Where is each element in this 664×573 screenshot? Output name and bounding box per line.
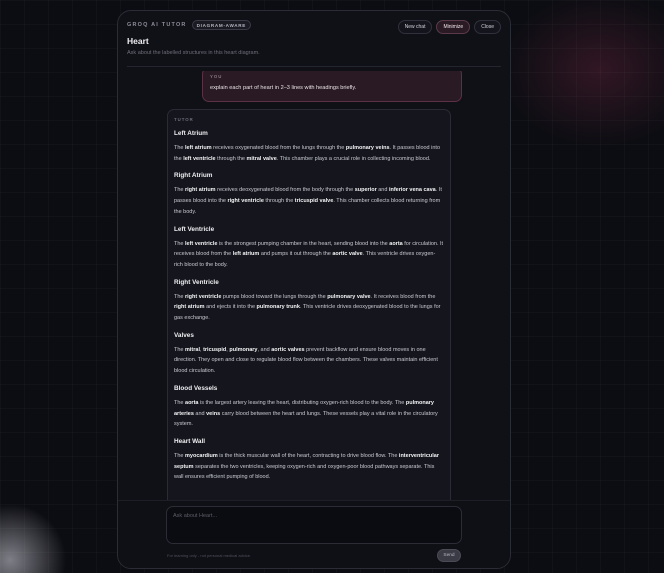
tutor-message: TUTOR Left Atrium The left atrium receive… (167, 109, 451, 500)
section-heading: Left Ventricle (174, 225, 215, 233)
send-button[interactable]: Send (437, 549, 461, 562)
section-heading: Heart Wall (174, 437, 206, 445)
text-run: The (174, 346, 186, 353)
text-run: is the thick muscular wall of the heart,… (217, 452, 399, 459)
brand-label: GROQ AI TUTOR (127, 22, 187, 28)
user-message-text: explain each part of heart in 2–3 lines … (210, 85, 357, 91)
panel-header: GROQ AI TUTOR DIAGRAM-AWARE Heart Ask ab… (127, 19, 501, 67)
text-run: is the largest artery leaving the heart,… (198, 399, 406, 406)
minimize-button[interactable]: Minimize (436, 20, 471, 34)
section-text: The mitral, tricuspid, pulmonary, and ao… (174, 345, 444, 377)
text-run: through the (263, 198, 295, 205)
text-run: The (174, 145, 186, 151)
section-heading: Valves (174, 331, 194, 339)
bold-term: left atrium (185, 145, 212, 151)
bold-term: tricuspid (203, 346, 227, 353)
text-run: , and (257, 346, 272, 353)
section-heading: Blood Vessels (174, 384, 218, 392)
bold-term: left atrium (232, 251, 260, 258)
text-run: . This chamber plays a crucial role in c… (276, 155, 431, 162)
page-subtitle: Ask about the labelled structures in thi… (127, 50, 260, 56)
user-message: YOU explain each part of heart in 2–3 li… (202, 71, 462, 102)
mode-badge: DIAGRAM-AWARE (191, 20, 252, 30)
bold-term: superior (354, 187, 377, 194)
section-text: The aorta is the largest artery leaving … (174, 398, 444, 430)
close-button[interactable]: Close (474, 20, 501, 34)
bold-term: left ventricle (185, 240, 218, 247)
section-text: The left atrium receives oxygenated bloo… (174, 143, 444, 164)
page-title: Heart (127, 36, 149, 46)
bold-term: veins (206, 410, 221, 417)
text-run: The (174, 293, 186, 300)
bold-term: right ventricle (185, 293, 222, 300)
text-run: and (376, 187, 389, 194)
bold-term: right atrium (174, 304, 205, 311)
bold-term: right ventricle (227, 198, 264, 205)
text-run: . It receives blood from the (370, 293, 436, 300)
tutor-section: Heart Wall The myocardium is the thick mu… (174, 438, 444, 483)
bold-term: myocardium (185, 452, 218, 459)
tutor-section: Valves The mitral, tricuspid, pulmonary, … (174, 332, 444, 377)
text-run: The (174, 187, 186, 194)
tutor-section: Right Ventricle The right ventricle pumps… (174, 279, 444, 324)
bold-term: pulmonary (229, 346, 258, 353)
text-run: and ejects it into the (204, 304, 257, 311)
message-input-box (166, 506, 462, 544)
tutor-section: Left Atrium The left atrium receives oxyg… (174, 130, 444, 164)
disclaimer-footnote: For learning only - not personal medical… (167, 553, 252, 558)
bold-term: aortic valve (332, 251, 363, 258)
tutor-panel: GROQ AI TUTOR DIAGRAM-AWARE Heart Ask ab… (117, 10, 511, 569)
text-run: and (193, 410, 207, 417)
bold-term: aorta (185, 399, 199, 406)
tutor-section: Left Ventricle The left ventricle is the … (174, 226, 444, 271)
tutor-section: Blood Vessels The aorta is the largest ar… (174, 385, 444, 430)
bold-term: mitral (185, 346, 200, 353)
text-run: through the (215, 155, 247, 162)
bold-term: mitral valve (246, 155, 277, 162)
section-text: The right atrium receives deoxygenated b… (174, 185, 444, 217)
section-heading: Left Atrium (174, 130, 208, 137)
text-run: The (174, 240, 186, 247)
text-run: is the strongest pumping chamber in the … (217, 240, 390, 247)
bold-term: pulmonary valve (327, 293, 371, 300)
bold-term: tricuspid valve (294, 198, 334, 205)
section-text: The left ventricle is the strongest pump… (174, 239, 444, 271)
bold-term: right atrium (185, 187, 216, 194)
message-input[interactable] (173, 513, 455, 537)
text-run: The (174, 399, 186, 406)
text-run: The (174, 452, 186, 459)
section-text: The myocardium is the thick muscular wal… (174, 451, 444, 483)
tutor-section: Right Atrium The right atrium receives de… (174, 172, 444, 217)
text-run: and pumps it out through the (259, 251, 333, 258)
composer: For learning only - not personal medical… (118, 500, 510, 568)
bold-term: inferior vena cava (388, 187, 436, 194)
tutor-sections: Left Atrium The left atrium receives oxyg… (174, 130, 444, 483)
section-heading: Right Atrium (174, 172, 213, 180)
text-run: receives oxygenated blood from the lungs… (211, 145, 346, 151)
bold-term: aortic valves (271, 346, 305, 353)
bold-term: left ventricle (183, 155, 216, 162)
bold-term: pulmonary trunk (256, 304, 300, 311)
text-run: separates the two ventricles, keeping ox… (174, 463, 435, 481)
user-role-label: YOU (210, 74, 223, 79)
chat-scroll-area[interactable]: YOU explain each part of heart in 2–3 li… (118, 71, 510, 500)
tutor-role-label: TUTOR (174, 117, 194, 122)
text-run: pumps blood toward the lungs through the (221, 293, 328, 300)
new-chat-button[interactable]: New chat (397, 20, 433, 34)
section-heading: Right Ventricle (174, 278, 219, 286)
section-text: The right ventricle pumps blood toward t… (174, 292, 444, 324)
bold-term: pulmonary veins (345, 145, 390, 151)
header-actions: New chat Minimize Close (397, 20, 501, 34)
text-run: receives deoxygenated blood from the bod… (215, 187, 355, 194)
bold-term: aorta (389, 240, 403, 247)
